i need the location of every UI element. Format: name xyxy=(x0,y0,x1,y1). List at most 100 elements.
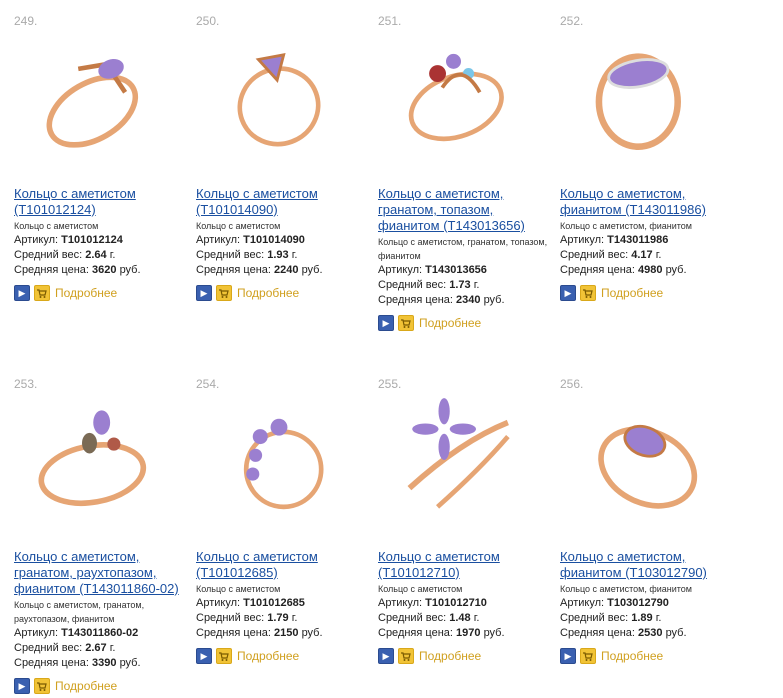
cart-icon[interactable] xyxy=(34,678,50,694)
product-info: Кольцо с аметистом (T101012710) Кольцо с… xyxy=(378,549,550,665)
cart-icon[interactable] xyxy=(398,315,414,331)
product-description: Кольцо с аметистом, фианитом xyxy=(560,584,692,594)
article-line: Артикул: T101012124 xyxy=(14,234,123,246)
ring-image[interactable] xyxy=(386,22,536,172)
product-title-link[interactable]: Кольцо с аметистом, фианитом (T143011986… xyxy=(560,186,732,218)
product-description: Кольцо с аметистом xyxy=(196,221,281,231)
weight-value: 1.89 xyxy=(631,612,653,624)
cart-icon[interactable] xyxy=(34,285,50,301)
cart-icon[interactable] xyxy=(580,648,596,664)
more-link[interactable]: Подробнее xyxy=(55,286,117,300)
weight-value: 4.17 xyxy=(631,249,653,261)
article-value: T143011986 xyxy=(607,234,669,246)
price-line: Средняя цена: 2150 руб. xyxy=(196,627,323,639)
more-link[interactable]: Подробнее xyxy=(55,679,117,693)
product-info: Кольцо с аметистом (T101012124) Кольцо с… xyxy=(14,186,186,302)
weight-line: Средний вес: 1.48 г. xyxy=(378,612,480,624)
product-actions: ▶ Подробнее xyxy=(378,647,550,665)
product-title-link[interactable]: Кольцо с аметистом (T101012710) xyxy=(378,549,550,581)
product-title-link[interactable]: Кольцо с аметистом, фианитом (T103012790… xyxy=(560,549,732,581)
arrow-right-icon[interactable]: ▶ xyxy=(378,648,394,664)
more-link[interactable]: Подробнее xyxy=(419,649,481,663)
product-info: Кольцо с аметистом, фианитом (T103012790… xyxy=(560,549,732,665)
article-line: Артикул: T143011860-02 xyxy=(14,627,139,639)
product-description: Кольцо с аметистом, гранатом, топазом, ф… xyxy=(378,237,548,261)
product-info: Кольцо с аметистом, гранатом, топазом, ф… xyxy=(378,186,550,332)
product-actions: ▶ Подробнее xyxy=(378,314,550,332)
price-value: 2530 xyxy=(638,627,663,639)
weight-line: Средний вес: 1.93 г. xyxy=(196,249,298,261)
arrow-right-icon[interactable]: ▶ xyxy=(378,315,394,331)
weight-value: 1.73 xyxy=(449,279,471,291)
ring-image[interactable] xyxy=(204,22,354,172)
ring-image[interactable] xyxy=(568,385,718,535)
product-info: Кольцо с аметистом, гранатом, раухтопазо… xyxy=(14,549,186,695)
arrow-right-icon[interactable]: ▶ xyxy=(560,285,576,301)
arrow-right-icon[interactable]: ▶ xyxy=(196,285,212,301)
price-line: Средняя цена: 1970 руб. xyxy=(378,627,505,639)
article-line: Артикул: T143011986 xyxy=(560,234,669,246)
article-value: T101012685 xyxy=(243,597,305,609)
price-line: Средняя цена: 2530 руб. xyxy=(560,627,687,639)
product-description: Кольцо с аметистом xyxy=(378,584,463,594)
product-description: Кольцо с аметистом xyxy=(14,221,99,231)
more-link[interactable]: Подробнее xyxy=(237,649,299,663)
price-line: Средняя цена: 2340 руб. xyxy=(378,294,505,306)
arrow-right-icon[interactable]: ▶ xyxy=(560,648,576,664)
weight-line: Средний вес: 1.73 г. xyxy=(378,279,480,291)
product-actions: ▶ Подробнее xyxy=(14,284,186,302)
product-title-link[interactable]: Кольцо с аметистом (T101012124) xyxy=(14,186,186,218)
cart-icon[interactable] xyxy=(580,285,596,301)
arrow-right-icon[interactable]: ▶ xyxy=(14,678,30,694)
weight-value: 1.93 xyxy=(267,249,289,261)
weight-line: Средний вес: 2.64 г. xyxy=(14,249,116,261)
cart-icon[interactable] xyxy=(216,648,232,664)
price-value: 3620 xyxy=(92,264,117,276)
product-grid: 249. Кольцо с аметистом (T101012124) Кол… xyxy=(0,0,783,698)
more-link[interactable]: Подробнее xyxy=(237,286,299,300)
price-value: 2150 xyxy=(274,627,299,639)
product-title-link[interactable]: Кольцо с аметистом, гранатом, раухтопазо… xyxy=(14,549,186,597)
arrow-right-icon[interactable]: ▶ xyxy=(196,648,212,664)
product-info: Кольцо с аметистом (T101014090) Кольцо с… xyxy=(196,186,368,302)
arrow-right-icon[interactable]: ▶ xyxy=(14,285,30,301)
price-line: Средняя цена: 2240 руб. xyxy=(196,264,323,276)
ring-image[interactable] xyxy=(568,22,718,172)
cart-icon[interactable] xyxy=(216,285,232,301)
product-info: Кольцо с аметистом (T101012685) Кольцо с… xyxy=(196,549,368,665)
weight-value: 2.67 xyxy=(85,642,107,654)
product-description: Кольцо с аметистом, фианитом xyxy=(560,221,692,231)
article-line: Артикул: T103012790 xyxy=(560,597,669,609)
product-title-link[interactable]: Кольцо с аметистом, гранатом, топазом, ф… xyxy=(378,186,550,234)
ring-image[interactable] xyxy=(22,385,172,535)
ring-image[interactable] xyxy=(22,22,172,172)
ring-image[interactable] xyxy=(204,385,354,535)
ring-image[interactable] xyxy=(386,385,536,535)
more-link[interactable]: Подробнее xyxy=(419,316,481,330)
weight-value: 1.48 xyxy=(449,612,471,624)
article-value: T143011860-02 xyxy=(61,627,139,639)
price-value: 3390 xyxy=(92,657,117,669)
article-line: Артикул: T143013656 xyxy=(378,264,487,276)
weight-line: Средний вес: 1.89 г. xyxy=(560,612,662,624)
article-value: T101012710 xyxy=(425,597,487,609)
price-value: 4980 xyxy=(638,264,663,276)
article-value: T101012124 xyxy=(61,234,123,246)
cart-icon[interactable] xyxy=(398,648,414,664)
article-value: T143013656 xyxy=(425,264,487,276)
weight-line: Средний вес: 1.79 г. xyxy=(196,612,298,624)
article-line: Артикул: T101012685 xyxy=(196,597,305,609)
weight-line: Средний вес: 2.67 г. xyxy=(14,642,116,654)
product-title-link[interactable]: Кольцо с аметистом (T101012685) xyxy=(196,549,368,581)
product-title-link[interactable]: Кольцо с аметистом (T101014090) xyxy=(196,186,368,218)
article-value: T103012790 xyxy=(607,597,669,609)
weight-value: 1.79 xyxy=(267,612,289,624)
article-line: Артикул: T101012710 xyxy=(378,597,487,609)
product-info: Кольцо с аметистом, фианитом (T143011986… xyxy=(560,186,732,302)
price-line: Средняя цена: 3620 руб. xyxy=(14,264,141,276)
price-value: 2240 xyxy=(274,264,299,276)
more-link[interactable]: Подробнее xyxy=(601,649,663,663)
price-line: Средняя цена: 4980 руб. xyxy=(560,264,687,276)
more-link[interactable]: Подробнее xyxy=(601,286,663,300)
price-value: 1970 xyxy=(456,627,481,639)
